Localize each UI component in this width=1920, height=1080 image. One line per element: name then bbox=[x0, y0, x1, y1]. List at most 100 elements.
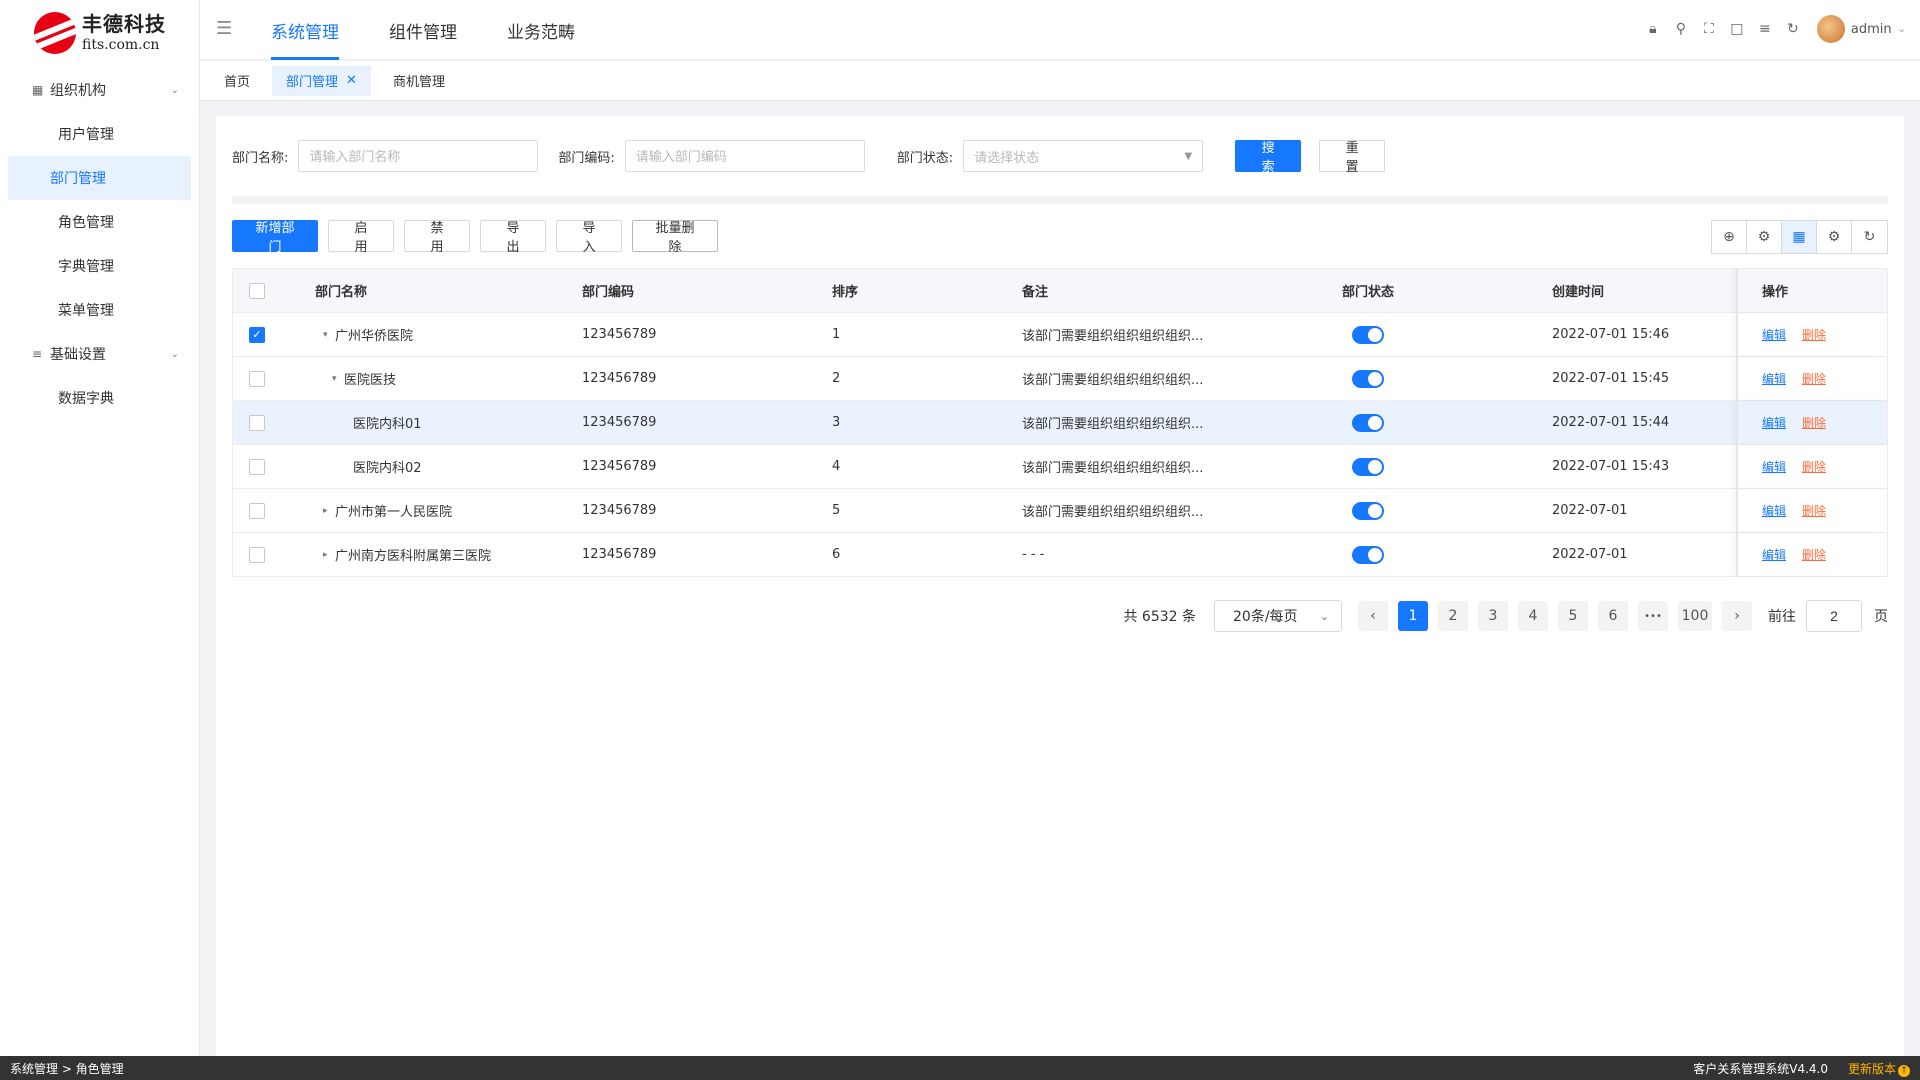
delete-link[interactable]: 删除 bbox=[1802, 326, 1826, 343]
delete-link[interactable]: 删除 bbox=[1802, 370, 1826, 387]
col-header-code[interactable]: 部门编码 bbox=[582, 269, 832, 312]
avatar[interactable] bbox=[1816, 15, 1845, 43]
dept-note: 该部门需要组织组织组织组织... bbox=[1022, 329, 1204, 344]
sidebar-item-roles[interactable]: 角色管理 bbox=[8, 200, 191, 244]
delete-link[interactable]: 删除 bbox=[1802, 458, 1826, 475]
chevron-down-icon: ⌄ bbox=[170, 84, 179, 96]
page-size-select[interactable]: 20条/每页 ⌄ bbox=[1214, 600, 1342, 632]
delete-link[interactable]: 删除 bbox=[1802, 502, 1826, 519]
refresh-icon[interactable]: ↻ bbox=[1852, 221, 1887, 253]
user-name[interactable]: admin bbox=[1851, 22, 1892, 37]
page-button[interactable]: 3 bbox=[1478, 601, 1508, 631]
row-checkbox[interactable] bbox=[249, 458, 265, 475]
row-checkbox[interactable]: ✓ bbox=[249, 326, 265, 343]
top-tab-system[interactable]: 系统管理 bbox=[271, 0, 339, 60]
status-toggle[interactable] bbox=[1352, 457, 1384, 476]
export-button[interactable]: 导出 bbox=[480, 220, 546, 254]
sidebar-item-menus[interactable]: 菜单管理 bbox=[8, 288, 191, 332]
edit-link[interactable]: 编辑 bbox=[1762, 370, 1786, 387]
status-toggle[interactable] bbox=[1352, 545, 1384, 564]
add-department-button[interactable]: 新增部门 bbox=[232, 220, 318, 254]
edit-link[interactable]: 编辑 bbox=[1762, 414, 1786, 431]
sidebar-item-departments[interactable]: 部门管理 bbox=[8, 156, 191, 200]
gear-icon[interactable]: ⚙ bbox=[1747, 221, 1782, 253]
status-toggle[interactable] bbox=[1352, 413, 1384, 432]
prev-page-button[interactable]: ‹ bbox=[1358, 601, 1388, 631]
col-header-time[interactable]: 创建时间 bbox=[1552, 269, 1736, 312]
caret-down-icon[interactable]: ▾ bbox=[323, 330, 333, 340]
close-icon[interactable]: ✕ bbox=[346, 73, 357, 88]
table-row[interactable]: ▸ 广州市第一人民医院 123456789 5 该部门需要组织组织组织组织... 2022… bbox=[233, 489, 1887, 533]
zoom-in-icon[interactable]: ⊕ bbox=[1712, 221, 1747, 253]
sidebar-item-data-dictionary[interactable]: 数据字典 bbox=[8, 376, 191, 420]
column-settings-icon[interactable]: ▦ bbox=[1782, 221, 1817, 253]
col-header-status[interactable]: 部门状态 bbox=[1342, 269, 1552, 312]
batch-delete-button[interactable]: 批量删除 bbox=[632, 220, 718, 254]
dept-name: 广州市第一人民医院 bbox=[335, 505, 453, 520]
page-tab-departments[interactable]: 部门管理 ✕ bbox=[272, 65, 371, 96]
brand-logo[interactable]: 丰德科技 fits.com.cn bbox=[0, 0, 199, 66]
enable-button[interactable]: 启用 bbox=[328, 220, 394, 254]
caret-right-icon[interactable]: ▸ bbox=[323, 506, 333, 516]
chevron-down-icon[interactable]: ⌄ bbox=[1898, 24, 1906, 35]
dept-status-select[interactable]: 请选择状态 ▼ bbox=[963, 140, 1204, 172]
sidebar-item-users[interactable]: 用户管理 bbox=[8, 112, 191, 156]
goto-page-input[interactable] bbox=[1806, 600, 1862, 632]
update-version-link[interactable]: 更新版本 ↑ bbox=[1848, 1060, 1910, 1077]
table-row[interactable]: 医院内科01 123456789 3 该部门需要组织组织组织组织... 2022-07-… bbox=[233, 401, 1887, 445]
table-header: 部门名称 部门编码 排序 备注 部门状态 创建时间 操作 bbox=[233, 269, 1887, 313]
delete-link[interactable]: 删除 bbox=[1802, 414, 1826, 431]
page-button[interactable]: 5 bbox=[1558, 601, 1588, 631]
sidebar-group-basic[interactable]: ≡ 基础设置 ⌄ bbox=[0, 332, 199, 376]
top-tab-components[interactable]: 组件管理 bbox=[389, 0, 457, 60]
edit-link[interactable]: 编辑 bbox=[1762, 502, 1786, 519]
page-button[interactable]: 1 bbox=[1398, 601, 1428, 631]
caret-down-icon[interactable]: ▾ bbox=[332, 374, 342, 384]
page-tab-opportunities[interactable]: 商机管理 bbox=[379, 66, 459, 96]
next-page-button[interactable]: › bbox=[1722, 601, 1752, 631]
edit-link[interactable]: 编辑 bbox=[1762, 546, 1786, 563]
col-header-sort[interactable]: 排序 bbox=[832, 269, 1022, 312]
dept-name-input[interactable] bbox=[298, 140, 539, 172]
table-row[interactable]: ✓ ▾ 广州华侨医院 123456789 1 该部门需要组织组织组织组织... 2022-0… bbox=[233, 313, 1887, 357]
table-row[interactable]: ▾ 医院医技 123456789 2 该部门需要组织组织组织组织... 2022-07-0… bbox=[233, 357, 1887, 401]
fullscreen-icon[interactable]: ⛶ bbox=[1695, 14, 1723, 44]
disable-button[interactable]: 禁用 bbox=[404, 220, 470, 254]
row-checkbox[interactable] bbox=[249, 370, 265, 387]
import-button[interactable]: 导入 bbox=[556, 220, 622, 254]
select-all-checkbox[interactable] bbox=[249, 282, 265, 299]
row-checkbox[interactable] bbox=[249, 546, 265, 563]
table-row[interactable]: ▸ 广州南方医科附属第三医院 123456789 6 - - - 2022-07-01 编辑… bbox=[233, 533, 1887, 577]
settings-icon[interactable]: ⚙ bbox=[1817, 221, 1852, 253]
lock-icon[interactable]: 🔒︎ bbox=[1639, 14, 1667, 44]
settings-sliders-icon[interactable]: ≡ bbox=[1751, 14, 1779, 44]
menu-toggle-icon[interactable]: ☰ bbox=[216, 18, 232, 39]
edit-link[interactable]: 编辑 bbox=[1762, 326, 1786, 343]
row-checkbox[interactable] bbox=[249, 502, 265, 519]
table-row[interactable]: 医院内科02 123456789 4 该部门需要组织组织组织组织... 2022-07-… bbox=[233, 445, 1887, 489]
page-button[interactable]: 100 bbox=[1678, 601, 1712, 631]
search-button[interactable]: 搜索 bbox=[1235, 140, 1302, 174]
edit-link[interactable]: 编辑 bbox=[1762, 458, 1786, 475]
caret-right-icon[interactable]: ▸ bbox=[323, 550, 333, 560]
page-button[interactable]: 2 bbox=[1438, 601, 1468, 631]
status-toggle[interactable] bbox=[1352, 325, 1384, 344]
status-toggle[interactable] bbox=[1352, 369, 1384, 388]
dept-code-input[interactable] bbox=[624, 140, 865, 172]
reset-button[interactable]: 重置 bbox=[1319, 140, 1386, 174]
page-button[interactable]: 6 bbox=[1598, 601, 1628, 631]
row-checkbox[interactable] bbox=[249, 414, 265, 431]
top-tab-business[interactable]: 业务范畴 bbox=[507, 0, 575, 60]
page-button[interactable]: 4 bbox=[1518, 601, 1548, 631]
col-header-name[interactable]: 部门名称 bbox=[315, 269, 582, 312]
refresh-icon[interactable]: ↻ bbox=[1779, 14, 1807, 44]
search-icon[interactable]: ⚲ bbox=[1667, 14, 1695, 44]
delete-link[interactable]: 删除 bbox=[1802, 546, 1826, 563]
status-toggle[interactable] bbox=[1352, 501, 1384, 520]
sidebar-group-org[interactable]: ▦ 组织机构 ⌄ bbox=[0, 68, 199, 112]
message-icon[interactable]: □ bbox=[1723, 14, 1751, 44]
more-pages-button[interactable]: ••• bbox=[1638, 601, 1668, 631]
sidebar-item-dictionary[interactable]: 字典管理 bbox=[8, 244, 191, 288]
col-header-note[interactable]: 备注 bbox=[1022, 269, 1342, 312]
page-tab-home[interactable]: 首页 bbox=[210, 66, 264, 96]
